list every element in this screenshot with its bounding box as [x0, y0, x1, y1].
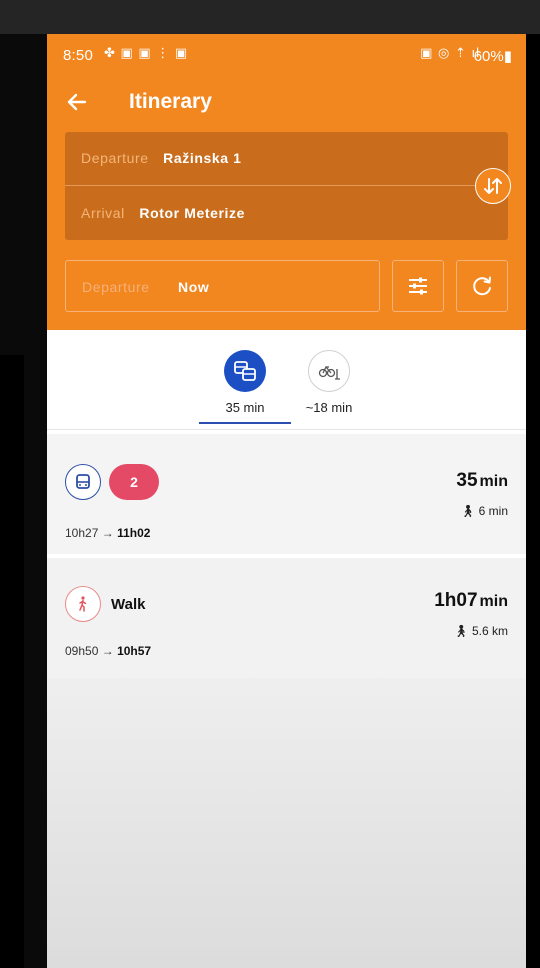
trip-times: 09h50 → 10h57	[65, 644, 151, 658]
time-value: Now	[178, 279, 210, 295]
route-box[interactable]: Departure Ražinska 1 Arrival Rotor Meter…	[65, 132, 508, 240]
tab-transit[interactable]: 35 min	[205, 350, 285, 424]
departure-row[interactable]: Departure Ražinska 1	[81, 150, 242, 170]
trip-times: 10h27 → 11h02	[65, 526, 150, 540]
depart-time: 09h50	[65, 644, 99, 658]
battery-level: 60%▮	[473, 48, 512, 65]
arrive-time: 10h57	[117, 644, 152, 658]
line-badge: 2	[109, 464, 159, 500]
mode-tabs: 35 min ~18 min	[47, 330, 526, 430]
status-bar: 8:50 ✤ ▣ ▣ ⋮ ▣ ▣ ◎ ⇡ ıl 60%▮	[47, 34, 526, 78]
walk-value: 5.6 km	[471, 624, 508, 638]
walk-info: 🚶︎ 6 min	[460, 504, 508, 518]
trip-duration: 35 min	[456, 470, 508, 492]
refresh-button[interactable]	[456, 260, 508, 312]
device-frame-left-lower	[0, 355, 24, 968]
duration-unit: min	[479, 593, 508, 610]
back-arrow-icon[interactable]	[61, 86, 93, 118]
departure-time-selector[interactable]: Departure Now	[65, 260, 380, 312]
result-walk[interactable]: Walk 09h50 → 10h57 1h07 min 🚶︎ 5.6 km	[47, 558, 526, 678]
status-time: 8:50	[63, 47, 93, 64]
results-list: 2 10h27 → 11h02 35 min 🚶︎ 6 min Walk 09h…	[47, 430, 526, 968]
filter-button[interactable]	[392, 260, 444, 312]
result-transit[interactable]: 2 10h27 → 11h02 35 min 🚶︎ 6 min	[47, 434, 526, 554]
bus-icon	[65, 464, 101, 500]
duration-number: 35	[456, 470, 478, 491]
walk-value: 6 min	[478, 504, 508, 518]
arrow-icon: →	[101, 644, 114, 658]
transit-icon	[224, 350, 266, 392]
duration-unit: min	[479, 473, 508, 490]
transit-time: 35 min	[225, 400, 265, 415]
notification-icons: ✤ ▣ ▣ ⋮ ▣	[104, 45, 189, 60]
scooter-time: ~18 min	[305, 400, 353, 415]
page-title: Itinerary	[129, 90, 212, 113]
walk-icon	[65, 586, 101, 622]
walk-person-icon: 🚶︎	[453, 624, 469, 638]
arrive-time: 11h02	[117, 526, 151, 540]
trip-duration: 1h07 min	[434, 590, 508, 612]
refresh-icon	[473, 276, 491, 296]
departure-value: Ražinska 1	[163, 150, 242, 166]
arrow-icon: →	[101, 526, 114, 540]
swap-icon[interactable]	[475, 168, 511, 204]
route-divider	[65, 185, 485, 186]
app-bar: Itinerary	[47, 78, 526, 122]
walk-info: 🚶︎ 5.6 km	[453, 624, 508, 638]
time-label: Departure	[82, 279, 150, 295]
scooter-bike-icon	[308, 350, 350, 392]
arrival-row[interactable]: Arrival Rotor Meterize	[81, 205, 245, 225]
walk-label: Walk	[111, 596, 146, 613]
device-frame-right	[526, 34, 540, 968]
system-icons: ▣ ◎ ⇡ ıl	[420, 45, 480, 60]
departure-label: Departure	[81, 150, 149, 166]
tab-scooter[interactable]: ~18 min	[289, 350, 369, 424]
arrival-label: Arrival	[81, 205, 125, 221]
sliders-icon	[409, 277, 427, 295]
phone-screen: 8:50 ✤ ▣ ▣ ⋮ ▣ ▣ ◎ ⇡ ıl 60%▮ Itinerary D…	[47, 34, 526, 968]
arrival-value: Rotor Meterize	[139, 205, 246, 221]
walk-person-icon: 🚶︎	[460, 504, 476, 518]
duration-number: 1h07	[434, 590, 478, 611]
depart-time: 10h27	[65, 526, 99, 540]
top-strip	[0, 0, 540, 34]
active-tab-indicator	[199, 422, 291, 424]
